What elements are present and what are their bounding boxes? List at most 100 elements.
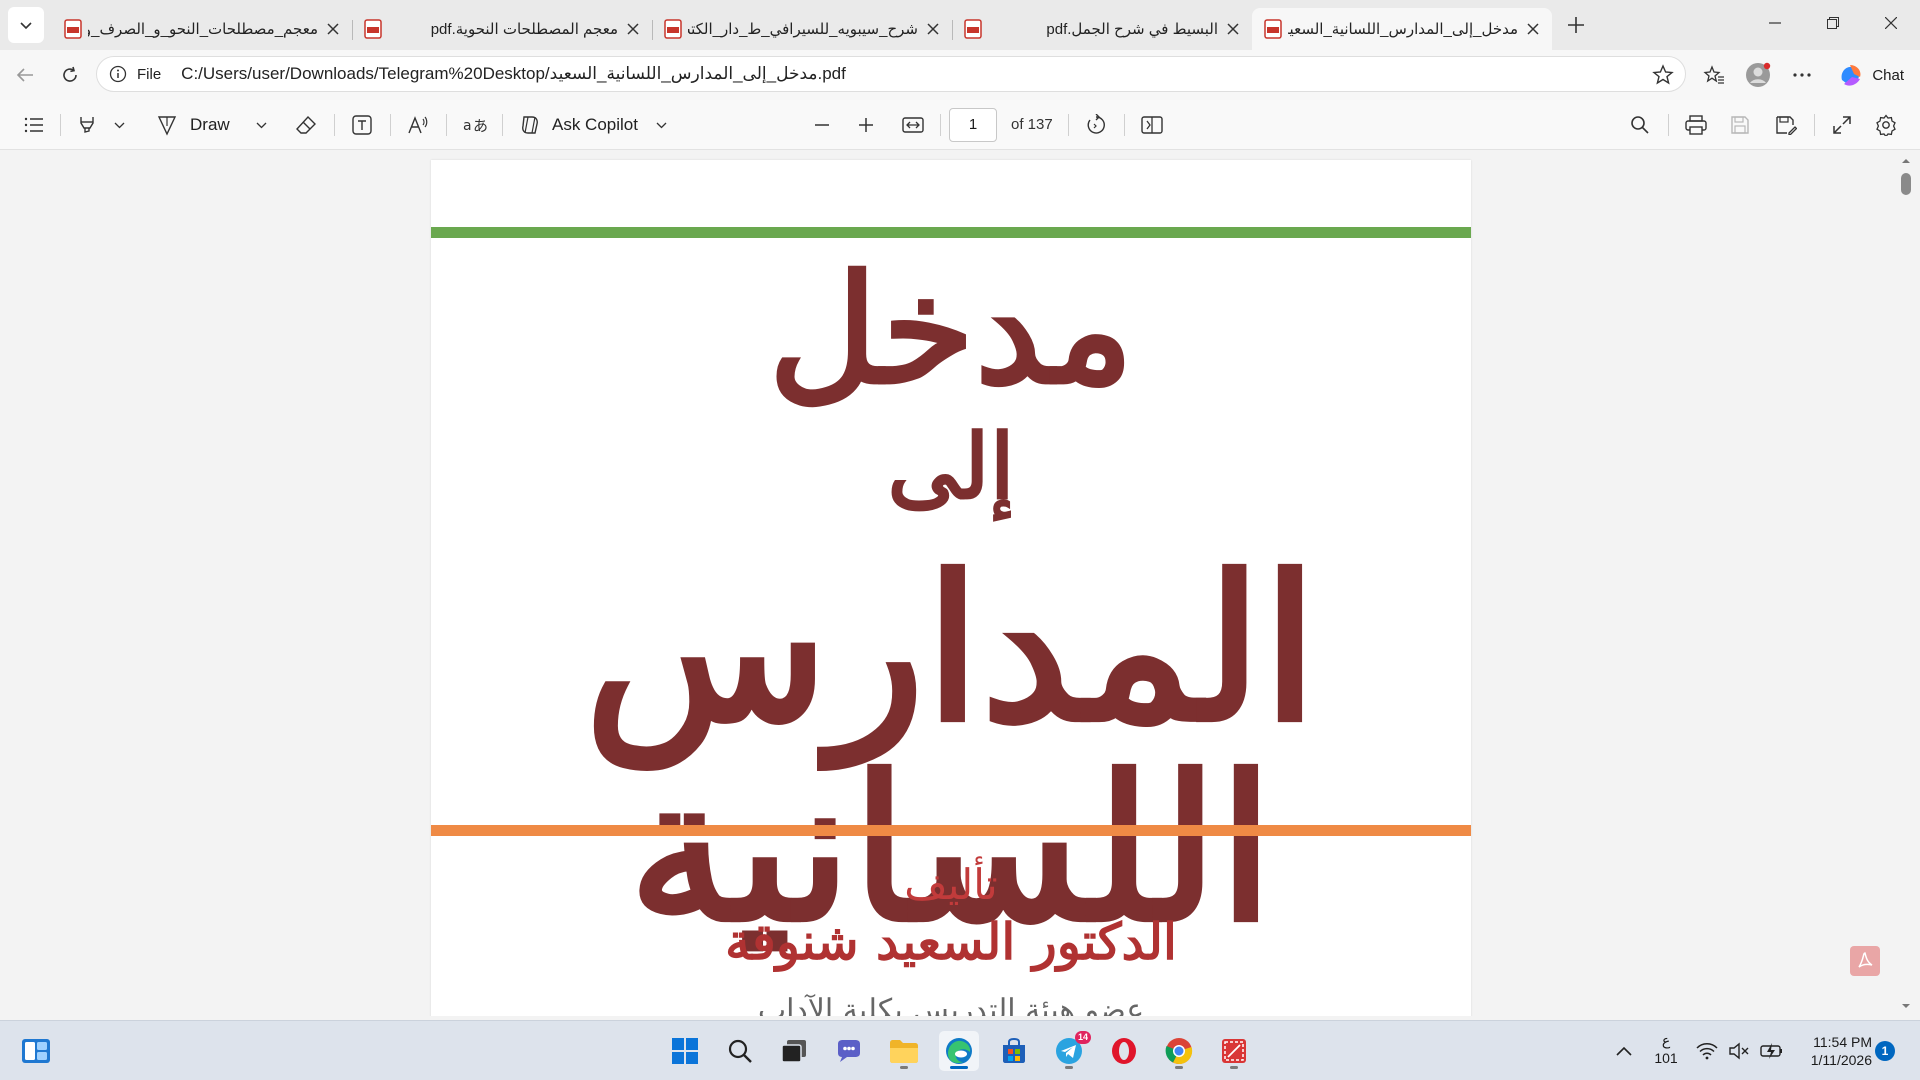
tab-0[interactable]: معجم_مصطلحات_النحو_و_الصرف_و — [52, 8, 352, 50]
read-aloud-button[interactable] — [402, 109, 434, 141]
keyboard-lang: ع — [1661, 1032, 1671, 1048]
read-aloud-icon — [408, 116, 428, 134]
table-of-contents-button[interactable] — [18, 109, 50, 141]
scrollbar-thumb[interactable] — [1901, 173, 1911, 195]
task-view-button[interactable] — [774, 1031, 814, 1071]
running-indicator — [1175, 1066, 1183, 1069]
copilot-chat-button[interactable]: Chat — [1828, 57, 1914, 93]
show-hidden-icons-button[interactable] — [1604, 1031, 1644, 1071]
address-bar[interactable]: File C:/Users/user/Downloads/Telegram%20… — [96, 56, 1686, 92]
draw-options-button[interactable] — [250, 109, 272, 141]
teams-chat-button[interactable] — [829, 1031, 869, 1071]
search-icon — [728, 1039, 752, 1063]
page-number-input[interactable]: 1 — [949, 108, 997, 142]
zoom-out-button[interactable] — [806, 109, 838, 141]
file-explorer-button[interactable] — [884, 1031, 924, 1071]
close-tab-icon[interactable] — [924, 20, 942, 38]
draw-label: Draw — [190, 115, 230, 134]
tab-1[interactable]: معجم المصطلحات النحوية.pdf — [352, 8, 652, 50]
add-text-button[interactable] — [346, 109, 378, 141]
toolbar-divider — [1668, 114, 1669, 136]
draw-button[interactable]: Draw — [156, 109, 246, 141]
new-tab-button[interactable] — [1558, 7, 1594, 43]
zoom-in-button[interactable] — [850, 109, 882, 141]
clock-date: 1/11/2026 — [1810, 1052, 1872, 1068]
vertical-scrollbar[interactable] — [1896, 151, 1916, 1016]
close-tab-icon[interactable] — [324, 20, 342, 38]
decorative-orange-stripe — [431, 825, 1471, 836]
start-button[interactable] — [665, 1031, 705, 1071]
telegram-button[interactable]: 14 — [1049, 1031, 1091, 1071]
close-tab-icon[interactable] — [1524, 20, 1542, 38]
widgets-icon — [22, 1039, 50, 1063]
keyboard-language-indicator[interactable]: ع 101 — [1650, 1031, 1682, 1067]
favorites-button[interactable] — [1692, 55, 1736, 95]
close-window-button[interactable] — [1862, 0, 1920, 46]
window-controls — [1746, 0, 1920, 50]
toolbar-divider — [390, 114, 391, 136]
scroll-up-arrow-icon[interactable] — [1900, 155, 1912, 167]
running-indicator — [1065, 1066, 1073, 1069]
favorites-icon — [1703, 65, 1725, 84]
find-button[interactable] — [1624, 109, 1656, 141]
tab-2[interactable]: شرح_سيبويه_للسيرافي_ط_دار_الكتب — [652, 8, 952, 50]
pdf-viewer-canvas[interactable]: مدخل إلى المدارس اللسانية تأليف الدكتور … — [4, 151, 1916, 1016]
svg-text:あ: あ — [473, 117, 488, 135]
taskbar-search-button[interactable] — [720, 1031, 760, 1071]
copilot-icon — [1841, 65, 1861, 86]
minimize-button[interactable] — [1746, 0, 1804, 46]
close-tab-icon[interactable] — [624, 20, 642, 38]
toolbar-divider — [334, 114, 335, 136]
system-clock[interactable]: 11:54 PM 1/11/2026 — [1800, 1033, 1872, 1069]
translate-button[interactable]: aあ — [458, 109, 492, 141]
close-tab-icon[interactable] — [1224, 20, 1242, 38]
system-tray-icons[interactable] — [1696, 1029, 1784, 1073]
tab-title: مدخل_إلى_المدارس_اللسانية_السعيد — [1288, 21, 1518, 38]
more-options-button[interactable] — [1780, 55, 1824, 95]
text-box-icon — [352, 115, 372, 135]
highlight-options-button[interactable] — [108, 109, 130, 141]
restore-icon — [1827, 17, 1839, 29]
folder-icon — [890, 1040, 918, 1063]
keyboard-layout: 101 — [1654, 1050, 1678, 1066]
opera-button[interactable] — [1104, 1031, 1144, 1071]
back-button[interactable] — [5, 55, 45, 95]
chevron-down-icon — [114, 122, 124, 129]
fullscreen-button[interactable] — [1826, 109, 1858, 141]
draw-pen-icon — [157, 116, 177, 136]
tab-4-active[interactable]: مدخل_إلى_المدارس_اللسانية_السعيد — [1252, 8, 1552, 50]
info-icon[interactable] — [109, 65, 127, 83]
erase-button[interactable] — [290, 109, 322, 141]
chevron-up-icon — [1616, 1046, 1632, 1056]
settings-button[interactable] — [1870, 109, 1902, 141]
adobe-acrobat-icon — [1858, 952, 1873, 968]
minimize-icon — [1769, 22, 1781, 24]
rotate-button[interactable] — [1080, 109, 1112, 141]
page-view-button[interactable] — [1136, 109, 1168, 141]
save-button[interactable] — [1724, 109, 1756, 141]
tab-3[interactable]: البسيط في شرح الجمل.pdf — [952, 8, 1252, 50]
fit-to-width-button[interactable] — [897, 109, 929, 141]
microsoft-store-button[interactable] — [994, 1031, 1034, 1071]
profile-button[interactable] — [1736, 55, 1780, 95]
adobe-acrobat-button[interactable] — [1850, 946, 1880, 976]
edge-browser-button[interactable] — [939, 1031, 979, 1071]
notification-center-badge[interactable]: 1 — [1875, 1041, 1895, 1061]
pdf-file-icon — [364, 19, 382, 39]
copilot-options-button[interactable] — [650, 109, 672, 141]
url-text[interactable]: C:/Users/user/Downloads/Telegram%20Deskt… — [181, 64, 846, 84]
ask-copilot-button[interactable]: Ask Copilot — [518, 109, 668, 141]
highlight-button[interactable] — [72, 109, 102, 141]
chrome-button[interactable] — [1159, 1031, 1199, 1071]
favorite-star-icon[interactable] — [1651, 63, 1675, 87]
scroll-down-arrow-icon[interactable] — [1900, 1000, 1912, 1012]
snipping-tool-button[interactable] — [1214, 1031, 1254, 1071]
widgets-button[interactable] — [16, 1031, 56, 1071]
restore-button[interactable] — [1804, 0, 1862, 46]
tab-title: معجم_مصطلحات_النحو_و_الصرف_و — [88, 21, 318, 38]
save-as-button[interactable] — [1770, 109, 1802, 141]
refresh-button[interactable] — [50, 55, 90, 95]
print-button[interactable] — [1680, 109, 1712, 141]
chrome-icon — [1165, 1038, 1193, 1065]
tab-actions-menu-button[interactable] — [8, 7, 44, 43]
